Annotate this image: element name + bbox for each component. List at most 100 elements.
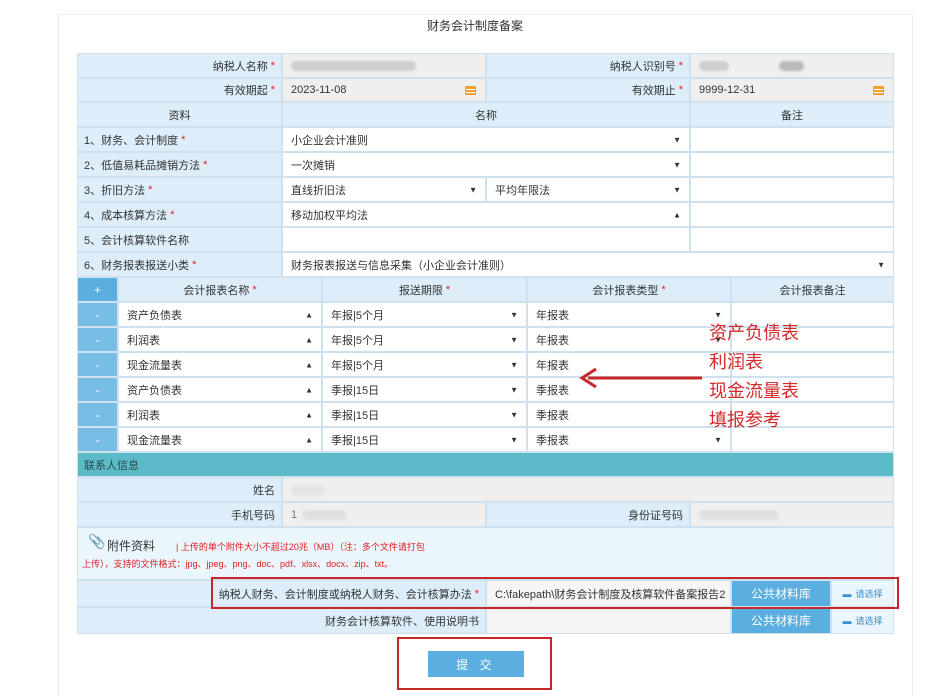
phone-label: 手机号码 <box>77 502 282 527</box>
remark-input[interactable] <box>690 152 894 177</box>
caret-down-icon: ▼ <box>510 360 518 369</box>
caret-down-icon: ▼ <box>877 260 885 269</box>
id-number-field <box>690 502 894 527</box>
deadline-select[interactable]: 年报|5个月 ▼ <box>322 327 527 352</box>
start-date-field[interactable]: 2023-11-08 <box>282 78 486 102</box>
report-type-select[interactable]: 年报表 ▼ <box>527 302 731 327</box>
caret-down-icon: ▼ <box>673 160 681 169</box>
end-date-field[interactable]: 9999-12-31 <box>690 78 894 102</box>
page-title: 财务会计制度备案 <box>426 19 523 33</box>
deadline-select[interactable]: 季报|15日 ▼ <box>322 427 527 452</box>
caret-down-icon: ▼ <box>714 435 722 444</box>
row-label-report-category: 6、财务报表报送小类 * <box>77 252 282 277</box>
cost-method-select[interactable]: 移动加权平均法 ▲ <box>282 202 690 227</box>
caret-down-icon: ▼ <box>469 185 477 194</box>
caret-up-icon: ▲ <box>305 335 313 344</box>
contact-section-header: 联系人信息 <box>77 452 894 477</box>
caret-up-icon: ▲ <box>305 435 313 444</box>
deadline-select[interactable]: 年报|5个月 ▼ <box>322 352 527 377</box>
deadline-select[interactable]: 季报|15日 ▼ <box>322 377 527 402</box>
remark-input[interactable] <box>690 177 894 202</box>
caret-up-icon: ▲ <box>673 210 681 219</box>
taxpayer-id-field <box>690 53 894 78</box>
report-category-select[interactable]: 财务报表报送与信息采集（小企业会计准则） ▼ <box>282 252 894 277</box>
end-date-label: 有效期止 * <box>486 78 690 102</box>
taxpayer-name-label: 纳税人名称 * <box>77 53 282 78</box>
choose-file-button[interactable]: ▬ 请选择 <box>831 607 894 634</box>
id-number-label: 身份证号码 <box>486 502 690 527</box>
submit-button[interactable]: 提 交 <box>428 651 524 677</box>
attachment-note-2: 上传），支持的文件格式：jpg、jpeg、png、doc、pdf、xlsx、do… <box>82 559 394 569</box>
caret-up-icon: ▲ <box>305 410 313 419</box>
caret-down-icon: ▼ <box>510 310 518 319</box>
report-name-select[interactable]: 现金流量表 ▲ <box>118 352 322 377</box>
header-material: 资料 <box>77 102 282 127</box>
annotation-arrow-icon <box>579 367 702 389</box>
phone-field: 1 <box>282 502 486 527</box>
report-name-select[interactable]: 现金流量表 ▲ <box>118 427 322 452</box>
deadline-select[interactable]: 年报|5个月 ▼ <box>322 302 527 327</box>
col-report-type: 会计报表类型 * <box>527 277 731 302</box>
remove-row-button[interactable]: - <box>77 352 118 377</box>
paperclip-icon: 📎 <box>88 533 106 549</box>
depreciation-select[interactable]: 直线折旧法 ▼ <box>282 177 486 202</box>
header-remark: 备注 <box>690 102 894 127</box>
caret-up-icon: ▲ <box>305 385 313 394</box>
attachment-row2-file <box>486 607 731 634</box>
public-library-button[interactable]: 公共材料库 <box>731 607 831 634</box>
remove-row-button[interactable]: - <box>77 427 118 452</box>
report-name-select[interactable]: 利润表 ▲ <box>118 327 322 352</box>
row-label-software-name: 5、会计核算软件名称 <box>77 227 282 252</box>
col-report-remark: 会计报表备注 <box>731 277 894 302</box>
folder-icon: ▬ <box>842 615 852 626</box>
caret-down-icon: ▼ <box>673 185 681 194</box>
remark-input[interactable] <box>690 227 894 252</box>
start-date-label: 有效期起 * <box>77 78 282 102</box>
caret-down-icon: ▼ <box>510 435 518 444</box>
report-type-select[interactable]: 季报表 ▼ <box>527 427 731 452</box>
contact-name-field <box>282 477 894 502</box>
annotation-line-3: 现金流量表 <box>709 381 799 401</box>
report-type-select[interactable]: 季报表 <box>527 402 731 427</box>
amortization-select[interactable]: 一次摊销 ▼ <box>282 152 690 177</box>
annotation-line-2: 利润表 <box>709 352 763 372</box>
report-type-select[interactable]: 年报表 ▼ <box>527 327 731 352</box>
caret-down-icon: ▼ <box>510 410 518 419</box>
deadline-select[interactable]: 季报|15日 ▼ <box>322 402 527 427</box>
report-name-select[interactable]: 资产负债表 ▲ <box>118 302 322 327</box>
caret-down-icon: ▼ <box>510 335 518 344</box>
row-label-depreciation: 3、折旧方法 * <box>77 177 282 202</box>
taxpayer-name-field <box>282 53 486 78</box>
caret-up-icon: ▲ <box>305 360 313 369</box>
depreciation-method-select[interactable]: 平均年限法 ▼ <box>486 177 690 202</box>
contact-name-label: 姓名 <box>77 477 282 502</box>
col-deadline: 报送期限 * <box>322 277 527 302</box>
taxpayer-id-label: 纳税人识别号 * <box>486 53 690 78</box>
calendar-icon[interactable] <box>465 86 476 95</box>
add-row-button[interactable]: + <box>77 277 118 302</box>
remove-row-button[interactable]: - <box>77 402 118 427</box>
software-name-input[interactable] <box>282 227 690 252</box>
caret-down-icon: ▼ <box>673 135 681 144</box>
attachment-title: 附件资料 <box>107 539 156 553</box>
report-name-select[interactable]: 资产负债表 ▲ <box>118 377 322 402</box>
header-name: 名称 <box>282 102 690 127</box>
remove-row-button[interactable]: - <box>77 302 118 327</box>
row-label-accounting-system: 1、财务、会计制度 * <box>77 127 282 152</box>
remark-input[interactable] <box>690 127 894 152</box>
remove-row-button[interactable]: - <box>77 377 118 402</box>
row-label-cost-method: 4、成本核算方法 * <box>77 202 282 227</box>
remark-input[interactable] <box>690 202 894 227</box>
remove-row-button[interactable]: - <box>77 327 118 352</box>
caret-up-icon: ▲ <box>305 310 313 319</box>
caret-down-icon: ▼ <box>714 310 722 319</box>
attachment-note-1: | 上传的单个附件大小不超过20兆（MB）（注：多个文件请打包 <box>176 542 425 552</box>
accounting-system-select[interactable]: 小企业会计准则 ▼ <box>282 127 690 152</box>
annotation-line-1: 资产负债表 <box>709 323 799 343</box>
annotation-line-4: 填报参考 <box>709 410 781 430</box>
col-report-name: 会计报表名称 * <box>118 277 322 302</box>
calendar-icon[interactable] <box>873 86 884 95</box>
caret-down-icon: ▼ <box>510 385 518 394</box>
report-name-select[interactable]: 利润表 ▲ <box>118 402 322 427</box>
attachment-panel <box>77 527 894 580</box>
